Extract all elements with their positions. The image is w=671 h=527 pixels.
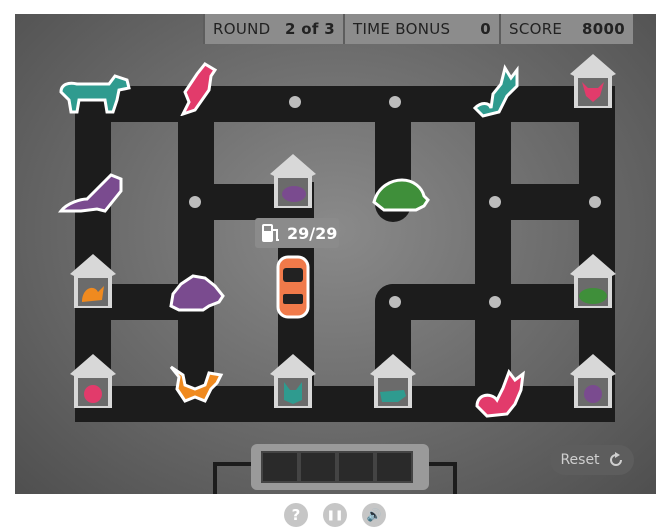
sound-glyph: 🔊 <box>366 508 382 522</box>
parrot-icon <box>84 385 102 403</box>
tray-rail-right <box>453 462 457 494</box>
tray-slot <box>299 451 337 483</box>
score-label: SCORE <box>509 20 563 38</box>
player-car[interactable] <box>275 254 311 320</box>
house-dachshund-teal[interactable] <box>368 352 418 410</box>
score-value: 8000 <box>582 20 625 38</box>
peg <box>389 296 401 308</box>
sound-button[interactable]: 🔊 <box>362 503 386 527</box>
peg <box>589 196 601 208</box>
fuel-value: 29/29 <box>287 223 338 243</box>
cat-teal[interactable] <box>469 64 523 120</box>
round-value: 2 of 3 <box>285 20 335 38</box>
house-cat-orange[interactable] <box>68 252 118 310</box>
road-bottom <box>75 386 615 422</box>
collection-tray <box>251 444 429 490</box>
score-indicator: SCORE 8000 <box>499 14 633 44</box>
house-turtle-green[interactable] <box>568 252 618 310</box>
round-label: ROUND <box>213 20 271 38</box>
help-glyph: ? <box>291 506 301 524</box>
ferret-icon <box>584 385 602 403</box>
reset-label: Reset <box>560 452 600 468</box>
cat-orange[interactable] <box>165 359 225 417</box>
help-button[interactable]: ? <box>284 503 308 527</box>
peg <box>189 196 201 208</box>
time-bonus-label: TIME BONUS <box>353 20 451 38</box>
tray-rail-left <box>213 462 217 494</box>
house-cat-teal[interactable] <box>268 352 318 410</box>
house-ferret-purple[interactable] <box>568 352 618 410</box>
cat-pink[interactable] <box>467 366 529 420</box>
parrot-pink[interactable] <box>175 60 221 116</box>
ferret-purple[interactable] <box>57 169 127 217</box>
house-parrot-pink[interactable] <box>68 352 118 410</box>
dachshund-teal[interactable] <box>57 70 133 116</box>
hedgehog-icon <box>282 186 306 202</box>
hedgehog-purple[interactable] <box>165 270 227 314</box>
tray-slot <box>337 451 375 483</box>
tray-slot <box>375 451 413 483</box>
refresh-icon <box>609 452 622 466</box>
game-board: ROUND 2 of 3 TIME BONUS 0 SCORE 8000 29/… <box>15 14 656 494</box>
pause-button[interactable]: ❚❚ <box>323 503 347 527</box>
peg <box>389 96 401 108</box>
peg <box>489 296 501 308</box>
house-fox-pink[interactable] <box>568 52 618 110</box>
tray-slot <box>261 451 299 483</box>
house-hedgehog-purple[interactable] <box>268 152 318 210</box>
reset-button[interactable]: Reset <box>550 445 634 475</box>
time-bonus-indicator: TIME BONUS 0 <box>343 14 499 44</box>
peg <box>289 96 301 108</box>
road-top <box>75 86 615 122</box>
fuel-indicator: 29/29 <box>255 218 339 248</box>
time-bonus-value: 0 <box>480 20 491 38</box>
peg <box>489 196 501 208</box>
turtle-icon <box>579 288 607 304</box>
pause-glyph: ❚❚ <box>326 509 344 521</box>
fuel-pump-icon <box>262 224 279 242</box>
turtle-green[interactable] <box>368 174 430 214</box>
round-indicator: ROUND 2 of 3 <box>203 14 343 44</box>
